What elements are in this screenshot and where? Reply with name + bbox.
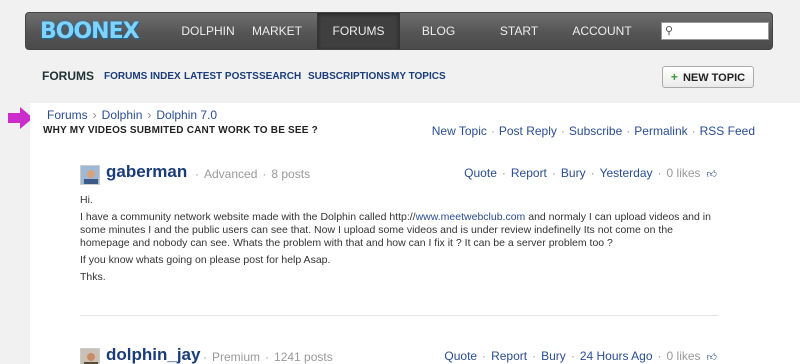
search-box[interactable]: ⚲ [661,22,769,40]
post-date[interactable]: Yesterday [600,166,653,180]
post-author[interactable]: gaberman [106,162,187,182]
post-meta: · Advanced · 8 posts [195,167,311,181]
nav-item-dolphin[interactable]: DOLPHIN [168,13,248,49]
website-link[interactable]: www.meetwebclub.com [416,211,526,223]
subnav-latest-posts[interactable]: LATEST POSTS [184,71,259,82]
likes-count: 0 likes [666,349,701,363]
subnav-subscriptions[interactable]: SUBSCRIPTIONS [308,71,390,82]
post-meta: · Premium · 1241 posts [203,350,333,364]
post-count: 1241 posts [274,350,333,364]
avatar[interactable] [80,348,100,364]
permalink-link[interactable]: Permalink [634,124,687,138]
quote-link[interactable]: Quote [444,349,477,363]
nav-item-forums[interactable]: FORUMS [317,13,400,49]
thread-actions: New Topic · Post Reply · Subscribe · Permalink… [431,124,755,138]
post-greeting: Hi. [80,194,93,206]
breadcrumb-dolphin[interactable]: Dolphin [102,108,143,122]
post-count: 8 posts [271,167,311,181]
thread-panel: Forums › Dolphin › Dolphin 7.0 WHY MY VIDEOS… [30,103,800,364]
post-date[interactable]: 24 Hours Ago [580,349,653,363]
post-actions: Quote · Report · Bury · Yesterday · 0 likes 👍︎ [464,166,717,180]
nav-item-start[interactable]: START [486,13,552,49]
quote-link[interactable]: Quote [464,166,497,180]
forum-post: gaberman · Advanced · 8 posts Quote · Report ·… [80,162,720,315]
nav-item-market[interactable]: MARKET [241,13,313,49]
post-body: Hi. I have a community network website m… [80,194,720,288]
breadcrumb: Forums › Dolphin › Dolphin 7.0 [47,108,217,122]
post-signoff: Thks. [80,271,106,283]
subnav-title: FORUMS [42,69,94,83]
post-reply-link[interactable]: Post Reply [499,124,557,138]
post-actions: Quote · Report · Bury · 24 Hours Ago · 0 likes 👍︎ [444,349,717,363]
new-topic-button[interactable]: + NEW TOPIC [662,66,754,88]
subnav-my-topics[interactable]: MY TOPICS [391,71,446,82]
search-icon: ⚲ [665,25,674,37]
boonex-logo[interactable]: BOONEX [40,19,140,44]
subnav-search[interactable]: SEARCH [259,71,301,82]
subscribe-link[interactable]: Subscribe [569,124,622,138]
post-divider [80,315,718,316]
breadcrumb-separator: › [92,108,97,122]
post-author[interactable]: dolphin_jay [106,345,200,364]
report-link[interactable]: Report [491,349,527,363]
breadcrumb-separator: › [147,108,152,122]
search-input[interactable] [678,24,766,38]
bury-link[interactable]: Bury [561,166,586,180]
author-level: Advanced [204,167,258,181]
post-paragraph: I have a community network website made … [80,211,711,249]
new-topic-link[interactable]: New Topic [432,124,487,138]
bury-link[interactable]: Bury [541,349,566,363]
avatar[interactable] [80,165,100,185]
thumbs-up-icon[interactable]: 👍︎ [707,169,717,180]
thumbs-up-icon[interactable]: 👍︎ [707,352,717,363]
report-link[interactable]: Report [511,166,547,180]
breadcrumb-dolphin-7[interactable]: Dolphin 7.0 [156,108,217,122]
new-topic-label: NEW TOPIC [682,72,746,84]
rss-feed-link[interactable]: RSS Feed [700,124,755,138]
forum-post: dolphin_jay · Premium · 1241 posts Quote · Re… [80,345,720,364]
likes-count: 0 likes [666,166,701,180]
post-line: If you know whats going on please post f… [80,254,331,266]
plus-icon: + [670,70,678,84]
subnav-forums-index[interactable]: FORUMS INDEX [104,71,181,82]
breadcrumb-forums[interactable]: Forums [47,108,88,122]
thread-title: WHY MY VIDEOS SUBMITED CANT WORK TO BE S… [43,125,318,136]
nav-item-account[interactable]: ACCOUNT [560,13,644,49]
author-level: Premium [212,350,261,364]
nav-item-blog[interactable]: BLOG [406,13,471,49]
top-navigation-bar: BOONEX DOLPHIN MARKET FORUMS BLOG START … [25,12,773,50]
